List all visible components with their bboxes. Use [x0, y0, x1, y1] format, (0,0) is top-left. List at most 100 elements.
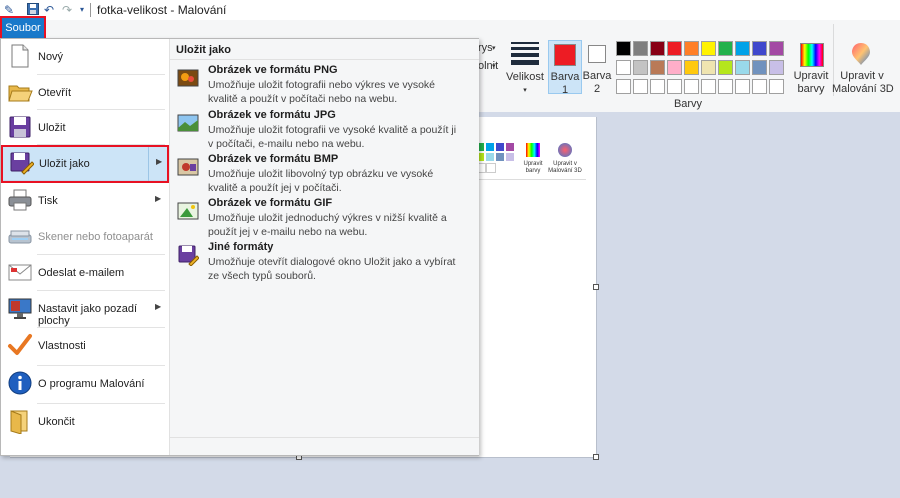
- palette-swatch[interactable]: [718, 60, 733, 75]
- edit-colors-button[interactable]: Upravit barvy: [794, 40, 828, 95]
- submenu-arrow-icon[interactable]: ▶: [155, 302, 161, 311]
- palette-swatch[interactable]: [718, 79, 733, 94]
- file-tab[interactable]: Soubor: [0, 16, 46, 40]
- palette-swatch[interactable]: [616, 41, 631, 56]
- color2-button[interactable]: Barva 2: [583, 40, 612, 95]
- save-as-icon: [8, 150, 35, 176]
- save-as-option-5[interactable]: Jiné formáty Umožňuje otevřít dialogové o…: [174, 241, 474, 285]
- save-as-option-1[interactable]: Obrázek ve formátu PNG Umožňuje uložit fo…: [174, 64, 474, 108]
- save-as-option-2[interactable]: Obrázek ve formátu JPG Umožňuje uložit fo…: [174, 109, 474, 153]
- save-as-option-3[interactable]: Obrázek ve formátu BMP Umožňuje uložit li…: [174, 153, 474, 197]
- paint-app-icon[interactable]: ✎: [2, 3, 16, 17]
- resize-handle-right[interactable]: [593, 284, 599, 290]
- customize-arrow-icon[interactable]: ▾: [75, 3, 89, 17]
- save-as-option-title: Obrázek ve formátu JPG: [208, 109, 336, 121]
- menu-separator: [37, 290, 165, 291]
- save-disk-icon: [7, 114, 33, 140]
- palette-swatch[interactable]: [667, 60, 682, 75]
- color-spectrum-icon: [800, 43, 824, 67]
- info-icon: [7, 370, 33, 396]
- menu-item-11[interactable]: Ukončit: [1, 404, 169, 440]
- other-formats-icon: [177, 244, 200, 267]
- color1-label: Barva 1: [550, 71, 580, 96]
- palette-swatch[interactable]: [633, 79, 648, 94]
- palette-swatch[interactable]: [684, 60, 699, 75]
- menu-item-label: Odeslat e-mailem: [38, 267, 125, 279]
- paint3d-icon: [852, 43, 870, 65]
- save-as-option-description: Umožňuje uložit fotografii nebo výkres v…: [208, 79, 436, 105]
- png-image-icon: [177, 67, 199, 89]
- ribbon-partial-label-1[interactable]: rys: [478, 42, 493, 55]
- menu-item-label: Uložit jako: [39, 158, 90, 170]
- menu-item-9[interactable]: Vlastnosti: [1, 328, 169, 364]
- printer-icon: [7, 187, 33, 213]
- palette-swatch[interactable]: [752, 41, 767, 56]
- submenu-arrow-icon[interactable]: ▶: [155, 194, 161, 203]
- palette-swatch[interactable]: [650, 79, 665, 94]
- save-as-option-title: Obrázek ve formátu BMP: [208, 153, 339, 165]
- palette-swatch[interactable]: [769, 60, 784, 75]
- menu-separator: [37, 74, 165, 75]
- size-button[interactable]: Velikost ▾: [506, 40, 544, 94]
- palette-swatch[interactable]: [667, 41, 682, 56]
- palette-swatch[interactable]: [616, 60, 631, 75]
- palette-swatch[interactable]: [616, 79, 631, 94]
- menu-item-4[interactable]: Uložit jako ▶: [1, 145, 169, 182]
- palette-swatch[interactable]: [650, 41, 665, 56]
- save-as-option-description: Umožňuje uložit jednoduchý výkres v nižš…: [208, 212, 447, 238]
- palette-swatch[interactable]: [667, 79, 682, 94]
- palette-swatch[interactable]: [701, 41, 716, 56]
- paint3d-label: Upravit v Malování 3D: [832, 70, 894, 95]
- palette-swatch[interactable]: [633, 41, 648, 56]
- palette-swatch[interactable]: [718, 41, 733, 56]
- title-bar: ✎ ↶ ↷ ▾ fotka-velikost - Malování: [0, 0, 900, 20]
- color2-swatch: [588, 45, 606, 63]
- color-palette: [616, 41, 796, 97]
- menu-item-7[interactable]: Odeslat e-mailem: [1, 255, 169, 291]
- palette-swatch[interactable]: [701, 79, 716, 94]
- menu-item-8[interactable]: Nastavit jako pozadí plochy ▶: [1, 291, 169, 327]
- menu-item-10[interactable]: O programu Malování: [1, 366, 169, 402]
- menu-item-1[interactable]: Nový: [1, 39, 169, 75]
- palette-swatch[interactable]: [684, 41, 699, 56]
- submenu-arrow-icon[interactable]: ▶: [156, 157, 162, 166]
- palette-swatch[interactable]: [650, 60, 665, 75]
- gif-image-icon: [177, 200, 199, 222]
- menu-item-label: Vlastnosti: [38, 340, 86, 352]
- window-title: fotka-velikost - Malování: [97, 3, 227, 17]
- palette-swatch[interactable]: [735, 60, 750, 75]
- edit-in-paint3d-button[interactable]: Upravit v Malování 3D: [832, 40, 894, 95]
- chevron-down-icon: ▾: [523, 87, 527, 94]
- palette-swatch[interactable]: [769, 79, 784, 94]
- menu-item-5[interactable]: Tisk ▶: [1, 183, 169, 219]
- canvas-spectrum-icon: [526, 143, 540, 157]
- palette-swatch[interactable]: [752, 60, 767, 75]
- resize-handle-corner[interactable]: [593, 454, 599, 460]
- chevron-down-icon: ▾: [492, 45, 496, 52]
- palette-swatch[interactable]: [684, 79, 699, 94]
- checkmark-icon: [7, 332, 33, 358]
- desktop-background-icon: [7, 295, 33, 321]
- menu-item-6[interactable]: Skener nebo fotoaparát: [1, 219, 169, 255]
- file-menu: Nový Otevřít Uložit Uložit jako ▶ Tisk ▶ Skener…: [0, 38, 479, 456]
- palette-swatch[interactable]: [735, 41, 750, 56]
- palette-swatch[interactable]: [769, 41, 784, 56]
- palette-swatch[interactable]: [633, 60, 648, 75]
- menu-item-2[interactable]: Otevřít: [1, 75, 169, 111]
- menu-separator: [37, 109, 165, 110]
- save-icon[interactable]: [26, 3, 40, 17]
- redo-icon[interactable]: ↷: [60, 3, 74, 17]
- canvas-paint3d-label: Upravit v Malování 3D: [548, 161, 582, 174]
- menu-item-label: Skener nebo fotoaparát: [38, 231, 153, 243]
- menu-item-3[interactable]: Uložit: [1, 110, 169, 146]
- undo-icon[interactable]: ↶: [42, 3, 56, 17]
- palette-swatch[interactable]: [752, 79, 767, 94]
- save-as-option-title: Obrázek ve formátu PNG: [208, 64, 338, 76]
- color1-button[interactable]: Barva 1: [548, 40, 582, 96]
- save-as-option-4[interactable]: Obrázek ve formátu GIF Umožňuje uložit je…: [174, 197, 474, 241]
- palette-swatch[interactable]: [735, 79, 750, 94]
- submenu-title: Uložit jako: [176, 44, 232, 56]
- palette-swatch[interactable]: [701, 60, 716, 75]
- edit-colors-label: Upravit barvy: [793, 70, 829, 95]
- save-as-option-description: Umožňuje uložit fotografii ve vysoké kva…: [208, 124, 457, 150]
